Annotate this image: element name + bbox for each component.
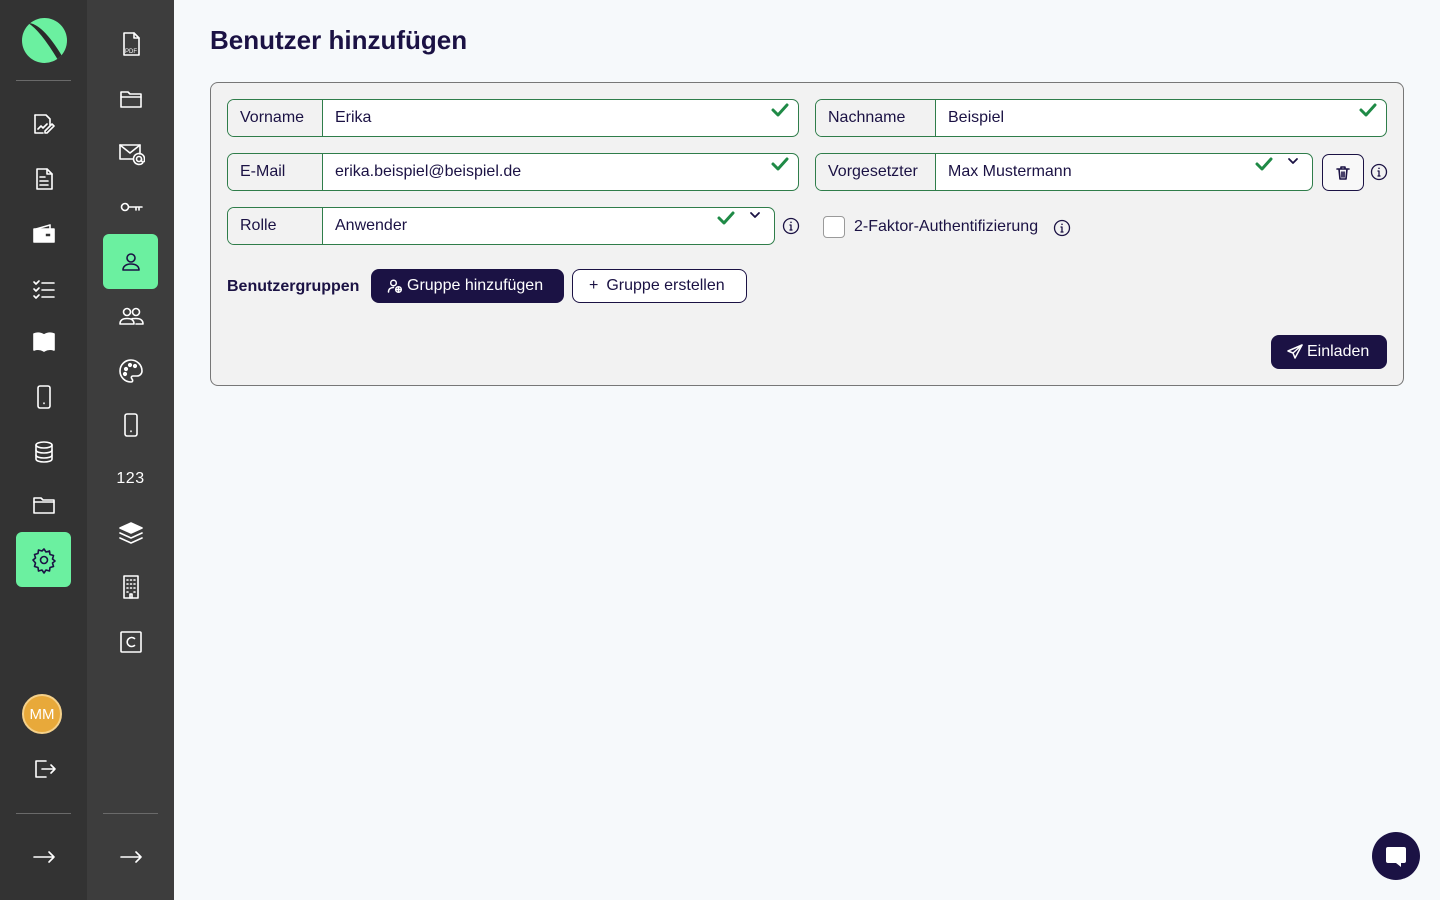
info-icon[interactable] bbox=[1370, 163, 1388, 181]
check-icon bbox=[1254, 154, 1274, 174]
check-icon bbox=[1358, 100, 1378, 120]
c-square-icon[interactable] bbox=[103, 614, 158, 669]
role-label: Rolle bbox=[228, 208, 323, 244]
add-group-button[interactable]: Gruppe hinzufügen bbox=[371, 269, 564, 303]
chat-icon bbox=[1386, 847, 1406, 867]
firstname-field: Vorname Erika bbox=[227, 99, 799, 137]
palette-icon[interactable] bbox=[103, 343, 158, 398]
divider bbox=[103, 813, 158, 814]
create-group-label: Gruppe erstellen bbox=[606, 277, 725, 294]
pdf-file-icon[interactable]: PDF bbox=[103, 16, 158, 71]
lastname-label: Nachname bbox=[816, 100, 936, 136]
plus-icon: + bbox=[589, 277, 599, 294]
page-title: Benutzer hinzufügen bbox=[210, 25, 468, 55]
checklist-icon[interactable] bbox=[16, 261, 71, 316]
document-icon[interactable] bbox=[16, 151, 71, 206]
mail-at-icon[interactable] bbox=[103, 125, 158, 180]
email-input[interactable]: erika.beispiel@beispiel.de bbox=[323, 154, 770, 190]
users-icon[interactable] bbox=[103, 288, 158, 343]
arrow-right-icon[interactable] bbox=[16, 829, 71, 884]
smartphone-icon[interactable] bbox=[103, 397, 158, 452]
chevron-down-icon[interactable] bbox=[748, 208, 762, 222]
invite-label: Einladen bbox=[1307, 343, 1370, 360]
clear-supervisor-button[interactable] bbox=[1322, 154, 1364, 191]
smartphone-icon[interactable] bbox=[16, 369, 71, 424]
wallet-icon[interactable] bbox=[16, 206, 71, 261]
avatar[interactable]: MM bbox=[22, 694, 62, 734]
building-icon[interactable] bbox=[103, 559, 158, 614]
email-label: E-Mail bbox=[228, 154, 323, 190]
lastname-input[interactable]: Beispiel bbox=[936, 100, 1358, 136]
info-icon[interactable] bbox=[1053, 219, 1071, 237]
folder-open-icon[interactable] bbox=[103, 71, 158, 126]
add-group-label: Gruppe hinzufügen bbox=[407, 277, 544, 294]
svg-text:PDF: PDF bbox=[125, 49, 137, 55]
app-logo[interactable] bbox=[22, 18, 67, 63]
folder-icon[interactable] bbox=[16, 477, 71, 532]
user-icon[interactable] bbox=[103, 234, 158, 289]
layers-icon[interactable] bbox=[103, 505, 158, 560]
create-group-button[interactable]: + Gruppe erstellen bbox=[572, 269, 747, 303]
two-factor-label[interactable]: 2-Faktor-Authentifizierung bbox=[854, 218, 1038, 236]
role-value[interactable]: Anwender bbox=[323, 208, 716, 244]
trash-icon bbox=[1336, 165, 1350, 180]
key-icon[interactable] bbox=[103, 179, 158, 234]
database-icon[interactable] bbox=[16, 424, 71, 479]
check-icon bbox=[716, 208, 736, 228]
firstname-label: Vorname bbox=[228, 100, 323, 136]
book-icon[interactable] bbox=[16, 314, 71, 369]
email-field: E-Mail erika.beispiel@beispiel.de bbox=[227, 153, 799, 191]
invite-button[interactable]: Einladen bbox=[1271, 335, 1387, 369]
divider bbox=[16, 80, 71, 81]
firstname-input[interactable]: Erika bbox=[323, 100, 770, 136]
role-select[interactable]: Rolle Anwender bbox=[227, 207, 775, 245]
chat-button[interactable] bbox=[1372, 832, 1420, 880]
two-factor-checkbox[interactable] bbox=[823, 216, 845, 238]
logout-icon[interactable] bbox=[16, 741, 71, 796]
secondary-sidebar: PDF 123 bbox=[87, 0, 174, 900]
divider bbox=[16, 813, 71, 814]
user-add-icon bbox=[387, 279, 403, 294]
edit-document-icon[interactable] bbox=[16, 96, 71, 151]
chevron-down-icon[interactable] bbox=[1286, 154, 1300, 168]
arrow-right-icon[interactable] bbox=[103, 829, 158, 884]
settings-icon[interactable] bbox=[16, 532, 71, 587]
supervisor-value[interactable]: Max Mustermann bbox=[936, 154, 1254, 190]
user-groups-label: Benutzergruppen bbox=[227, 278, 360, 295]
check-icon bbox=[770, 100, 790, 120]
send-icon bbox=[1287, 344, 1303, 359]
supervisor-select[interactable]: Vorgesetzter Max Mustermann bbox=[815, 153, 1313, 191]
lastname-field: Nachname Beispiel bbox=[815, 99, 1387, 137]
check-icon bbox=[770, 154, 790, 174]
add-user-form: Vorname Erika Nachname Beispiel E-Mail e… bbox=[210, 82, 1404, 386]
numbers-icon[interactable]: 123 bbox=[103, 451, 158, 506]
info-icon[interactable] bbox=[782, 217, 800, 235]
primary-sidebar: MM bbox=[0, 0, 87, 900]
numbers-label: 123 bbox=[116, 469, 145, 487]
supervisor-label: Vorgesetzter bbox=[816, 154, 936, 190]
